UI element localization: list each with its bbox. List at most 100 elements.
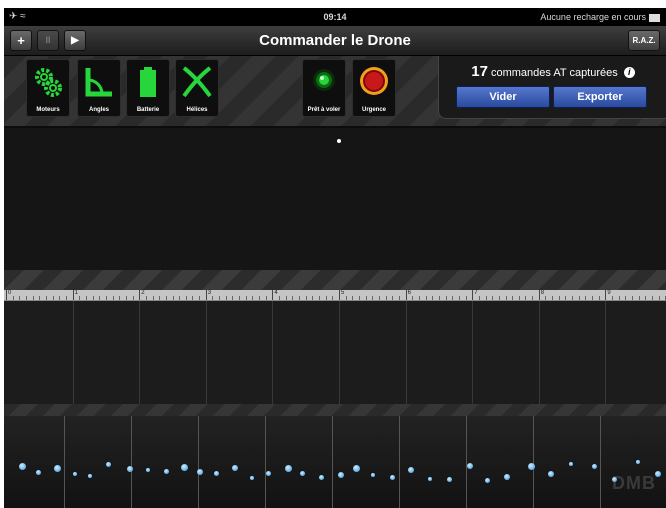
flight-view-area[interactable] bbox=[4, 128, 666, 270]
motors-tile[interactable]: Moteurs bbox=[26, 59, 70, 117]
ruler-minor-tick bbox=[65, 296, 67, 300]
ruler-minor-tick bbox=[498, 296, 500, 300]
timeline-gridline bbox=[205, 301, 207, 404]
ruler-minor-tick bbox=[378, 296, 380, 300]
ruler-minor-tick bbox=[45, 296, 47, 300]
ruler-minor-tick bbox=[159, 296, 161, 300]
command-segment-divider bbox=[600, 416, 601, 508]
battery-tile[interactable]: Batterie bbox=[126, 59, 170, 117]
command-segment-divider bbox=[466, 416, 467, 508]
command-bubble bbox=[569, 462, 573, 466]
command-bubble bbox=[548, 471, 554, 477]
ruler-minor-tick bbox=[325, 296, 327, 300]
ruler-minor-tick bbox=[25, 296, 27, 300]
ruler-label: 1 bbox=[74, 290, 78, 296]
ruler-minor-tick bbox=[432, 296, 434, 300]
ruler-minor-tick bbox=[505, 296, 507, 300]
ruler-minor-tick bbox=[12, 296, 14, 300]
pause-button[interactable]: II bbox=[37, 30, 59, 51]
ruler-label: 3 bbox=[207, 290, 212, 296]
command-bubble bbox=[428, 477, 432, 481]
toolbar: Commander le Drone + II ▶ R.A.Z. bbox=[4, 26, 666, 56]
ruler-minor-tick bbox=[612, 296, 614, 300]
export-button[interactable]: Exporter bbox=[553, 86, 647, 108]
play-button[interactable]: ▶ bbox=[64, 30, 86, 51]
ready-tile[interactable]: Prêt à voler bbox=[302, 59, 346, 117]
ruler-minor-tick bbox=[492, 296, 494, 300]
ruler-minor-tick bbox=[658, 296, 660, 300]
watermark-text: DMB bbox=[612, 473, 656, 493]
ruler-minor-tick bbox=[279, 296, 281, 300]
ruler-minor-tick bbox=[565, 296, 567, 300]
ruler-minor-tick bbox=[545, 296, 547, 300]
command-bubble bbox=[504, 474, 510, 480]
timeline-gridline bbox=[72, 301, 74, 404]
ruler-minor-tick bbox=[52, 296, 54, 300]
command-bubble bbox=[18, 462, 26, 470]
ruler-minor-tick bbox=[512, 296, 514, 300]
ruler-major-tick bbox=[6, 290, 7, 300]
timeline-gridline bbox=[472, 301, 474, 404]
page-title: Commander le Drone bbox=[259, 32, 411, 49]
ruler-minor-tick bbox=[299, 296, 301, 300]
ruler-minor-tick bbox=[19, 296, 21, 300]
ruler-major-tick bbox=[339, 290, 340, 300]
angle-icon bbox=[85, 68, 112, 97]
ruler-minor-tick bbox=[152, 296, 154, 300]
ruler-minor-tick bbox=[119, 296, 121, 300]
battery-status-icon bbox=[649, 13, 660, 22]
separator-band bbox=[4, 270, 666, 290]
command-bubble bbox=[250, 476, 254, 480]
add-button[interactable]: + bbox=[10, 30, 32, 51]
ruler-minor-tick bbox=[558, 296, 560, 300]
ruler-minor-tick bbox=[398, 296, 400, 300]
command-bubble bbox=[636, 460, 640, 464]
ruler-minor-tick bbox=[192, 296, 194, 300]
ruler-major-tick bbox=[405, 290, 407, 300]
emergency-tile[interactable]: Urgence bbox=[352, 59, 396, 117]
device-frame: ✈ ≈ 09:14 Aucune recharge en cours Comma… bbox=[0, 0, 666, 508]
ruler-minor-tick bbox=[625, 296, 627, 300]
ruler-minor-tick bbox=[392, 296, 394, 300]
command-bubble bbox=[35, 469, 41, 475]
command-bubble bbox=[467, 463, 473, 469]
ruler-major-tick bbox=[272, 290, 274, 300]
command-bubble bbox=[371, 473, 375, 477]
command-bubble bbox=[352, 464, 360, 472]
ruler-minor-tick bbox=[578, 296, 580, 300]
angles-tile[interactable]: Angles bbox=[77, 59, 121, 117]
ruler-minor-tick bbox=[552, 296, 554, 300]
at-count-line: 17 commandes AT capturées i bbox=[439, 63, 666, 80]
ruler-minor-tick bbox=[265, 296, 267, 300]
ruler-minor-tick bbox=[225, 296, 227, 300]
command-bubble bbox=[127, 466, 133, 472]
ruler-minor-tick bbox=[232, 296, 234, 300]
command-segment-divider bbox=[198, 416, 199, 508]
timeline-gridline bbox=[538, 301, 540, 404]
ruler-minor-tick bbox=[525, 296, 527, 300]
propellers-tile[interactable]: Hélices bbox=[175, 59, 219, 117]
ruler-minor-tick bbox=[412, 296, 414, 300]
clear-button[interactable]: Vider bbox=[456, 86, 550, 108]
command-bubble bbox=[299, 470, 305, 476]
info-icon[interactable]: i bbox=[623, 67, 635, 78]
timeline-gridline bbox=[339, 301, 340, 404]
ruler-minor-tick bbox=[319, 296, 321, 300]
ruler-minor-tick bbox=[172, 296, 174, 300]
emergency-button-icon bbox=[360, 67, 388, 95]
ruler-minor-tick bbox=[532, 296, 534, 300]
ruler-major-tick bbox=[205, 290, 207, 300]
ruler-minor-tick bbox=[632, 296, 634, 300]
ruler-label: 6 bbox=[407, 290, 411, 296]
ruler-minor-tick bbox=[458, 296, 460, 300]
ruler-minor-tick bbox=[179, 296, 181, 300]
command-bubble bbox=[611, 476, 617, 482]
command-bubble bbox=[73, 472, 77, 476]
ruler-minor-tick bbox=[478, 296, 480, 300]
reset-button[interactable]: R.A.Z. bbox=[628, 30, 660, 51]
timeline-track[interactable] bbox=[4, 301, 666, 404]
ruler-minor-tick bbox=[372, 296, 374, 300]
command-bubble bbox=[105, 461, 111, 467]
ruler-minor-tick bbox=[285, 296, 287, 300]
ruler-minor-tick bbox=[145, 296, 147, 300]
